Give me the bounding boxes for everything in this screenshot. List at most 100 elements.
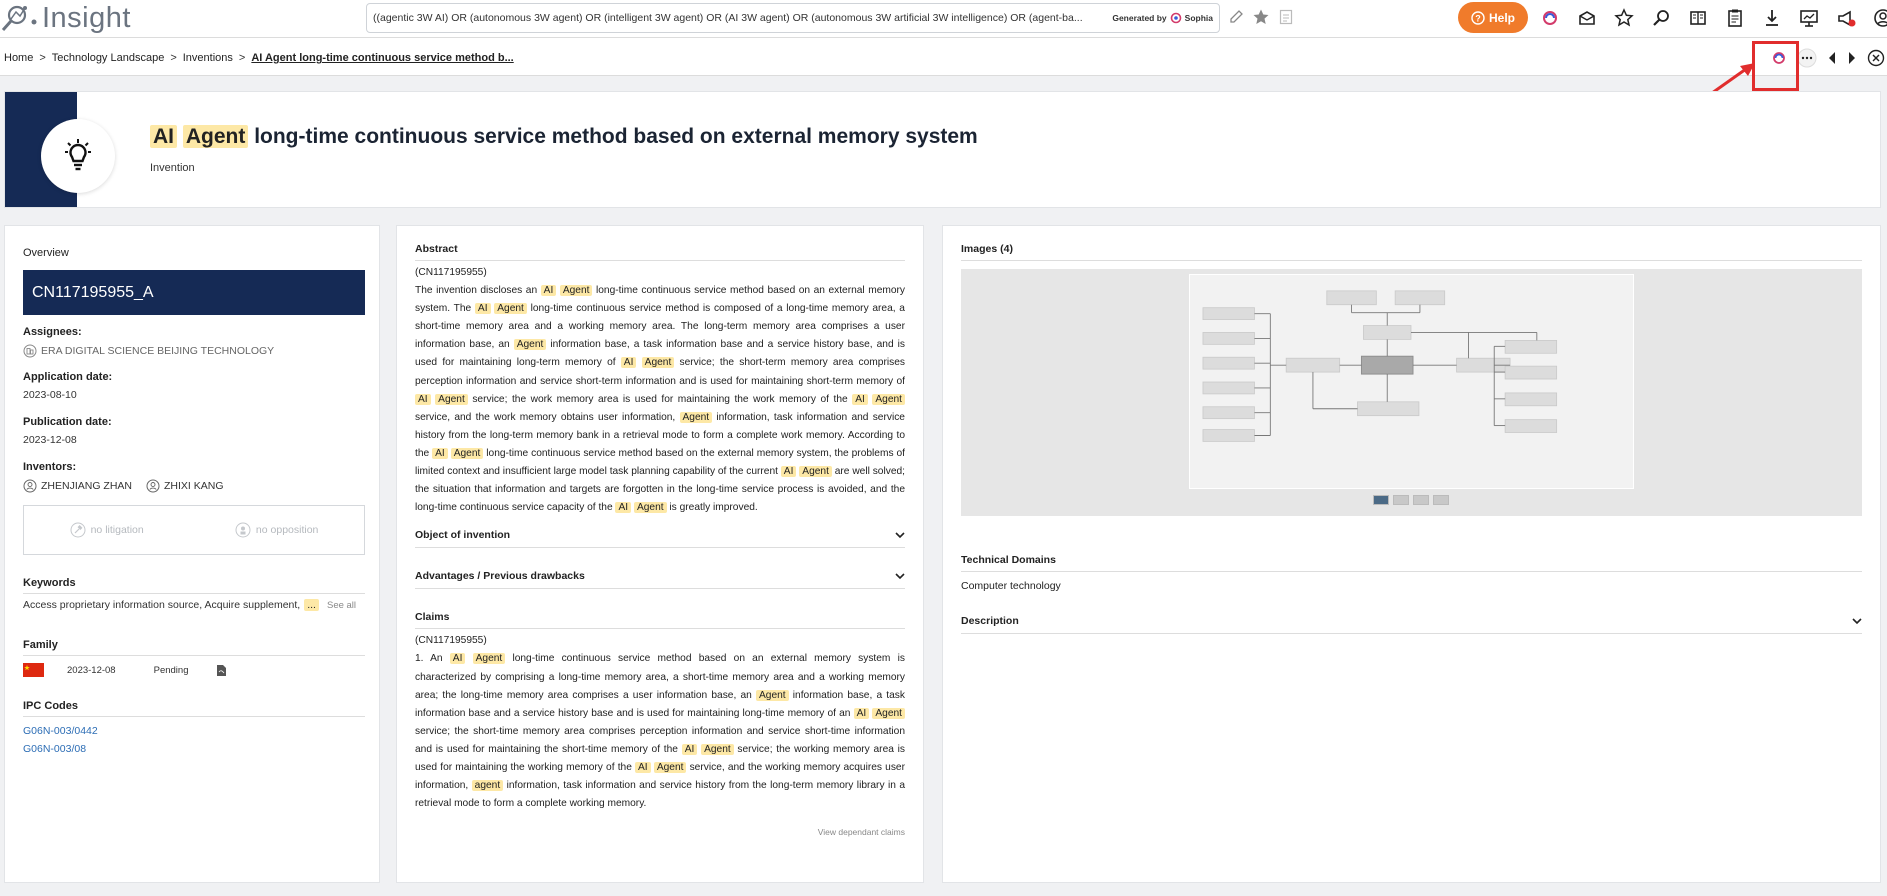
images-label: Images (4) bbox=[961, 243, 1862, 261]
sophia-icon bbox=[1170, 12, 1181, 24]
help-label: Help bbox=[1488, 10, 1515, 25]
top-right-toolbar bbox=[1538, 4, 1887, 32]
patent-number: CN117195955_A bbox=[23, 270, 365, 315]
search-tools bbox=[1228, 8, 1294, 26]
title-highlight: AI bbox=[150, 125, 177, 148]
notes-icon[interactable] bbox=[1278, 8, 1294, 26]
images-panel: Images (4) Technical Domains Computer te… bbox=[942, 225, 1881, 883]
ipc-code-link[interactable]: G06N-003/08 bbox=[23, 743, 86, 755]
abstract-label: Abstract bbox=[415, 243, 905, 261]
litigation-status: no litigation bbox=[70, 522, 144, 538]
advantages-label: Advantages / Previous drawbacks bbox=[415, 570, 585, 583]
help-icon: ? bbox=[1471, 10, 1485, 25]
sophia-assistant-icon[interactable] bbox=[1538, 4, 1562, 32]
breadcrumb-inventions[interactable]: Inventions bbox=[183, 52, 233, 64]
search-icon[interactable] bbox=[1649, 4, 1673, 32]
company-icon bbox=[23, 344, 37, 358]
generator-name: Sophia bbox=[1184, 13, 1213, 23]
presentation-icon[interactable] bbox=[1797, 4, 1821, 32]
technical-domain-value: Computer technology bbox=[961, 580, 1061, 592]
invention-header: AI Agent long-time continuous service me… bbox=[4, 91, 1881, 208]
family-row[interactable]: 2023-12-08 Pending bbox=[23, 663, 365, 677]
china-flag-icon bbox=[23, 663, 44, 677]
inventors-field: Inventors: ZHENJIANG ZHAN ZHIXI KANG bbox=[23, 461, 224, 493]
chevron-right-icon: > bbox=[170, 52, 177, 64]
application-date: 2023-08-10 bbox=[23, 389, 77, 401]
user-account-icon[interactable] bbox=[1871, 4, 1887, 32]
patent-figure-image[interactable] bbox=[1189, 274, 1634, 489]
star-icon[interactable] bbox=[1252, 8, 1270, 26]
keywords-header: Keywords bbox=[23, 577, 365, 594]
object-of-invention-toggle[interactable]: Object of invention bbox=[415, 529, 905, 549]
inventor-name[interactable]: ZHIXI KANG bbox=[164, 480, 224, 492]
chevron-right-icon: > bbox=[238, 52, 246, 64]
mail-icon[interactable] bbox=[1575, 4, 1599, 32]
see-all-link[interactable]: See all bbox=[327, 600, 356, 611]
clipboard-icon[interactable] bbox=[1723, 4, 1747, 32]
technical-domains-label: Technical Domains bbox=[961, 554, 1862, 572]
chevron-right-icon: > bbox=[39, 52, 46, 64]
pdf-document-icon[interactable] bbox=[216, 664, 227, 677]
keywords-label: Keywords bbox=[23, 577, 76, 589]
gallery-page-2[interactable] bbox=[1393, 495, 1409, 505]
assignees-field: Assignees: ERA DIGITAL SCIENCE BEIJING T… bbox=[23, 326, 274, 358]
breadcrumb-current[interactable]: AI Agent long-time continuous service me… bbox=[251, 52, 513, 64]
assignee-item[interactable]: ERA DIGITAL SCIENCE BEIJING TECHNOLOGY bbox=[23, 344, 274, 358]
download-icon[interactable] bbox=[1760, 4, 1784, 32]
abstract-panel: Abstract (CN117195955) The invention dis… bbox=[396, 225, 924, 883]
inventors-label: Inventors: bbox=[23, 461, 77, 473]
help-button[interactable]: ? Help bbox=[1458, 2, 1528, 33]
claims-text: 1. An AI Agent long-time continuous serv… bbox=[415, 653, 905, 810]
breadcrumb-bar: Home > Technology Landscape > Inventions… bbox=[0, 38, 1887, 76]
announcement-icon[interactable] bbox=[1834, 4, 1858, 32]
gallery-page-3[interactable] bbox=[1413, 495, 1429, 505]
search-input[interactable]: ((agentic 3W AI) OR (autonomous 3W agent… bbox=[366, 3, 1220, 33]
application-date-field: Application date: 2023-08-10 bbox=[23, 371, 112, 401]
person-icon bbox=[146, 479, 160, 493]
chevron-down-icon bbox=[895, 573, 905, 580]
library-icon[interactable] bbox=[1686, 4, 1710, 32]
overview-label: Overview bbox=[23, 247, 69, 259]
app-logo[interactable]: Insight bbox=[0, 0, 131, 36]
ipc-header: IPC Codes bbox=[23, 700, 365, 717]
claims-reference: (CN117195955) bbox=[415, 635, 487, 647]
inventor-name[interactable]: ZHENJIANG ZHAN bbox=[41, 480, 132, 492]
close-icon[interactable] bbox=[1867, 49, 1885, 67]
advantages-toggle[interactable]: Advantages / Previous drawbacks bbox=[415, 570, 905, 590]
breadcrumb-technology-landscape[interactable]: Technology Landscape bbox=[52, 52, 165, 64]
publication-date-field: Publication date: 2023-12-08 bbox=[23, 416, 112, 446]
gallery-page-1[interactable] bbox=[1373, 495, 1389, 505]
previous-record-icon[interactable] bbox=[1827, 51, 1837, 65]
keywords-row: Access proprietary information source, A… bbox=[23, 599, 365, 611]
more-options-icon[interactable] bbox=[1797, 48, 1817, 68]
generated-by-label: Generated by Sophia bbox=[1112, 12, 1213, 24]
edit-pencil-icon[interactable] bbox=[1228, 8, 1244, 26]
invention-type-badge bbox=[41, 119, 115, 193]
description-toggle[interactable]: Description bbox=[961, 615, 1862, 634]
assignee-name: ERA DIGITAL SCIENCE BEIJING TECHNOLOGY bbox=[41, 345, 275, 357]
breadcrumb-home[interactable]: Home bbox=[4, 52, 33, 64]
invention-type: Invention bbox=[150, 162, 195, 174]
favorites-star-icon[interactable] bbox=[1612, 4, 1636, 32]
keywords-text: Access proprietary information source, A… bbox=[23, 599, 301, 611]
next-record-icon[interactable] bbox=[1847, 51, 1857, 65]
ipc-code-link[interactable]: G06N-003/0442 bbox=[23, 725, 98, 737]
family-header: Family bbox=[23, 639, 365, 656]
invention-title: AI Agent long-time continuous service me… bbox=[150, 125, 978, 149]
search-query-text[interactable]: ((agentic 3W AI) OR (autonomous 3W agent… bbox=[373, 12, 1106, 24]
gallery-page-4[interactable] bbox=[1433, 495, 1449, 505]
abstract-text: The invention discloses an AI Agent long… bbox=[415, 285, 906, 514]
application-date-label: Application date: bbox=[23, 371, 113, 383]
breadcrumb: Home > Technology Landscape > Inventions… bbox=[4, 52, 514, 64]
keywords-more: ... bbox=[304, 599, 319, 611]
svg-text:?: ? bbox=[1475, 13, 1481, 23]
top-bar: Insight ((agentic 3W AI) OR (autonomous … bbox=[0, 0, 1887, 38]
family-status: Pending bbox=[153, 664, 189, 676]
view-dependant-claims-link[interactable]: View dependant claims bbox=[415, 827, 905, 837]
publication-date-label: Publication date: bbox=[23, 416, 112, 428]
person-icon bbox=[23, 479, 37, 493]
publication-date: 2023-12-08 bbox=[23, 434, 77, 446]
title-highlight: Agent bbox=[182, 125, 249, 148]
ipc-label: IPC Codes bbox=[23, 700, 79, 712]
image-gallery[interactable] bbox=[961, 269, 1862, 516]
